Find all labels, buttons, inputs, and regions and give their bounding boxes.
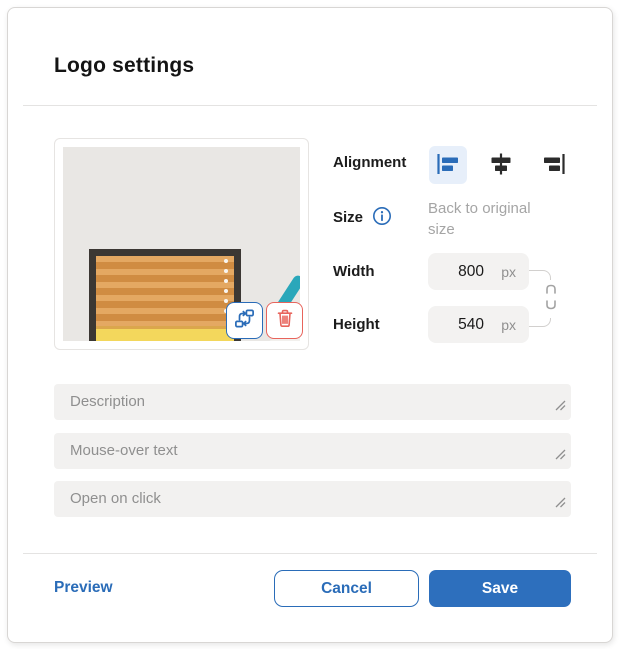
back-to-original-size-action[interactable]: Back to original size <box>428 198 548 240</box>
broken-chain-icon <box>544 283 558 316</box>
resize-handle-icon[interactable] <box>555 447 566 465</box>
align-center-icon <box>488 151 514 180</box>
header-divider <box>23 105 597 106</box>
height-unit: px <box>501 317 516 333</box>
illustration-blinds <box>96 256 234 326</box>
width-label: Width <box>333 263 375 280</box>
logo-preview-frame <box>54 138 309 350</box>
align-left-button[interactable] <box>429 146 467 184</box>
size-label: Size <box>333 209 363 226</box>
replace-image-button[interactable] <box>226 302 263 339</box>
logo-settings-dialog: Logo settings <box>7 7 613 643</box>
dialog-title: Logo settings <box>54 54 194 78</box>
footer-divider <box>23 553 597 554</box>
cancel-button[interactable]: Cancel <box>274 570 419 607</box>
illustration-sill <box>96 326 234 341</box>
align-right-button[interactable] <box>535 146 573 184</box>
alignment-label: Alignment <box>333 154 406 171</box>
align-left-icon <box>435 151 461 180</box>
open-on-click-textarea[interactable] <box>54 481 571 517</box>
save-button[interactable]: Save <box>429 570 571 607</box>
mouseover-field-wrap <box>54 433 571 469</box>
description-textarea[interactable] <box>54 384 571 420</box>
description-field-wrap <box>54 384 571 420</box>
info-icon[interactable] <box>371 205 393 227</box>
preview-link[interactable]: Preview <box>54 579 113 597</box>
height-field: px <box>428 306 529 343</box>
logo-preview-image <box>63 147 300 341</box>
height-label: Height <box>333 316 380 333</box>
trash-icon <box>274 307 296 334</box>
width-input[interactable] <box>441 263 501 281</box>
resize-handle-icon[interactable] <box>555 398 566 416</box>
aspect-ratio-lock-toggle[interactable] <box>539 280 563 318</box>
mouseover-textarea[interactable] <box>54 433 571 469</box>
swap-arrows-icon <box>233 307 256 335</box>
open-on-click-field-wrap <box>54 481 571 517</box>
align-right-icon <box>541 151 567 180</box>
illustration-window <box>89 249 241 341</box>
width-unit: px <box>501 264 516 280</box>
align-center-button[interactable] <box>482 146 520 184</box>
delete-image-button[interactable] <box>266 302 303 339</box>
resize-handle-icon[interactable] <box>555 495 566 513</box>
height-input[interactable] <box>441 316 501 334</box>
width-field: px <box>428 253 529 290</box>
alignment-button-group <box>429 146 573 184</box>
